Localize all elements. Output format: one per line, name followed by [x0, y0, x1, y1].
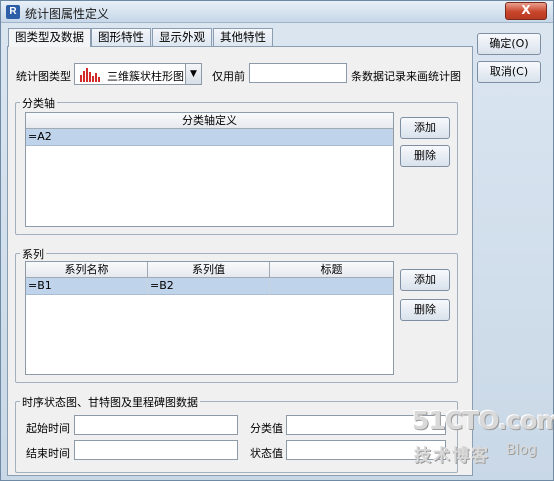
chart-type-label: 统计图类型 [16, 70, 71, 83]
end-time-input[interactable] [74, 440, 238, 460]
chart-type-value: 三维簇状柱形图 [107, 70, 184, 83]
series-name-cell[interactable]: =B1 [26, 278, 148, 295]
title-bar: R 统计图属性定义 X [1, 1, 553, 23]
tab-display-appearance[interactable]: 显示外观 [152, 28, 212, 46]
series-group: 系列 系列名称 系列值 标题 =B1 =B2 添加 删除 [15, 246, 458, 383]
record-limit-input[interactable] [249, 63, 347, 83]
bar-chart-icon [80, 68, 100, 82]
record-limit-suffix: 条数据记录来画统计图 [351, 70, 461, 83]
series-caption-cell[interactable] [270, 278, 393, 295]
series-add-button[interactable]: 添加 [400, 269, 450, 291]
tab-panel: 统计图类型 三维簇状柱形图 ▼ 仅用前 条数据记录来画统计图 分类轴 分类轴定义… [7, 46, 473, 476]
series-value-header: 系列值 [148, 262, 270, 278]
window-title: 统计图属性定义 [25, 7, 110, 21]
start-time-label: 起始时间 [26, 422, 70, 435]
tab-other-properties[interactable]: 其他特性 [213, 28, 273, 46]
series-caption-header: 标题 [270, 262, 393, 278]
watermark-blog: Blog [506, 442, 537, 458]
record-limit-prefix: 仅用前 [212, 70, 245, 83]
series-name-header: 系列名称 [26, 262, 148, 278]
series-grid: 系列名称 系列值 标题 =B1 =B2 [25, 261, 394, 375]
timeline-group: 时序状态图、甘特图及里程碑图数据 起始时间 分类值 结束时间 状态值 [15, 394, 458, 473]
category-add-button[interactable]: 添加 [400, 117, 450, 139]
start-time-input[interactable] [74, 415, 238, 435]
category-delete-button[interactable]: 删除 [400, 145, 450, 167]
watermark-tagline: 技术博客 [414, 446, 490, 466]
status-value-label: 状态值 [250, 447, 283, 460]
cancel-button[interactable]: 取消(C) [477, 61, 541, 83]
tab-shape-properties[interactable]: 图形特性 [91, 28, 151, 46]
chart-type-select[interactable]: 三维簇状柱形图 ▼ [74, 63, 202, 85]
chevron-down-icon[interactable]: ▼ [185, 64, 201, 84]
series-title: 系列 [20, 246, 46, 262]
close-button[interactable]: X [505, 2, 547, 20]
timeline-title: 时序状态图、甘特图及里程碑图数据 [20, 394, 200, 410]
watermark-site: 51CTO.com [412, 406, 554, 435]
category-axis-group: 分类轴 分类轴定义 =A2 添加 删除 [15, 95, 458, 235]
series-delete-button[interactable]: 删除 [400, 299, 450, 321]
ok-button[interactable]: 确定(O) [477, 33, 541, 55]
dialog-window: R 统计图属性定义 X 图类型及数据 图形特性 显示外观 其他特性 确定(O) … [0, 0, 554, 481]
category-axis-header: 分类轴定义 [26, 113, 393, 129]
category-value-label: 分类值 [250, 422, 283, 435]
app-icon: R [6, 5, 20, 19]
end-time-label: 结束时间 [26, 447, 70, 460]
series-value-cell[interactable]: =B2 [148, 278, 270, 295]
category-axis-title: 分类轴 [20, 95, 57, 111]
table-row[interactable]: =A2 [26, 129, 393, 146]
category-axis-grid: 分类轴定义 =A2 [25, 112, 394, 227]
tab-type-and-data[interactable]: 图类型及数据 [8, 28, 91, 47]
